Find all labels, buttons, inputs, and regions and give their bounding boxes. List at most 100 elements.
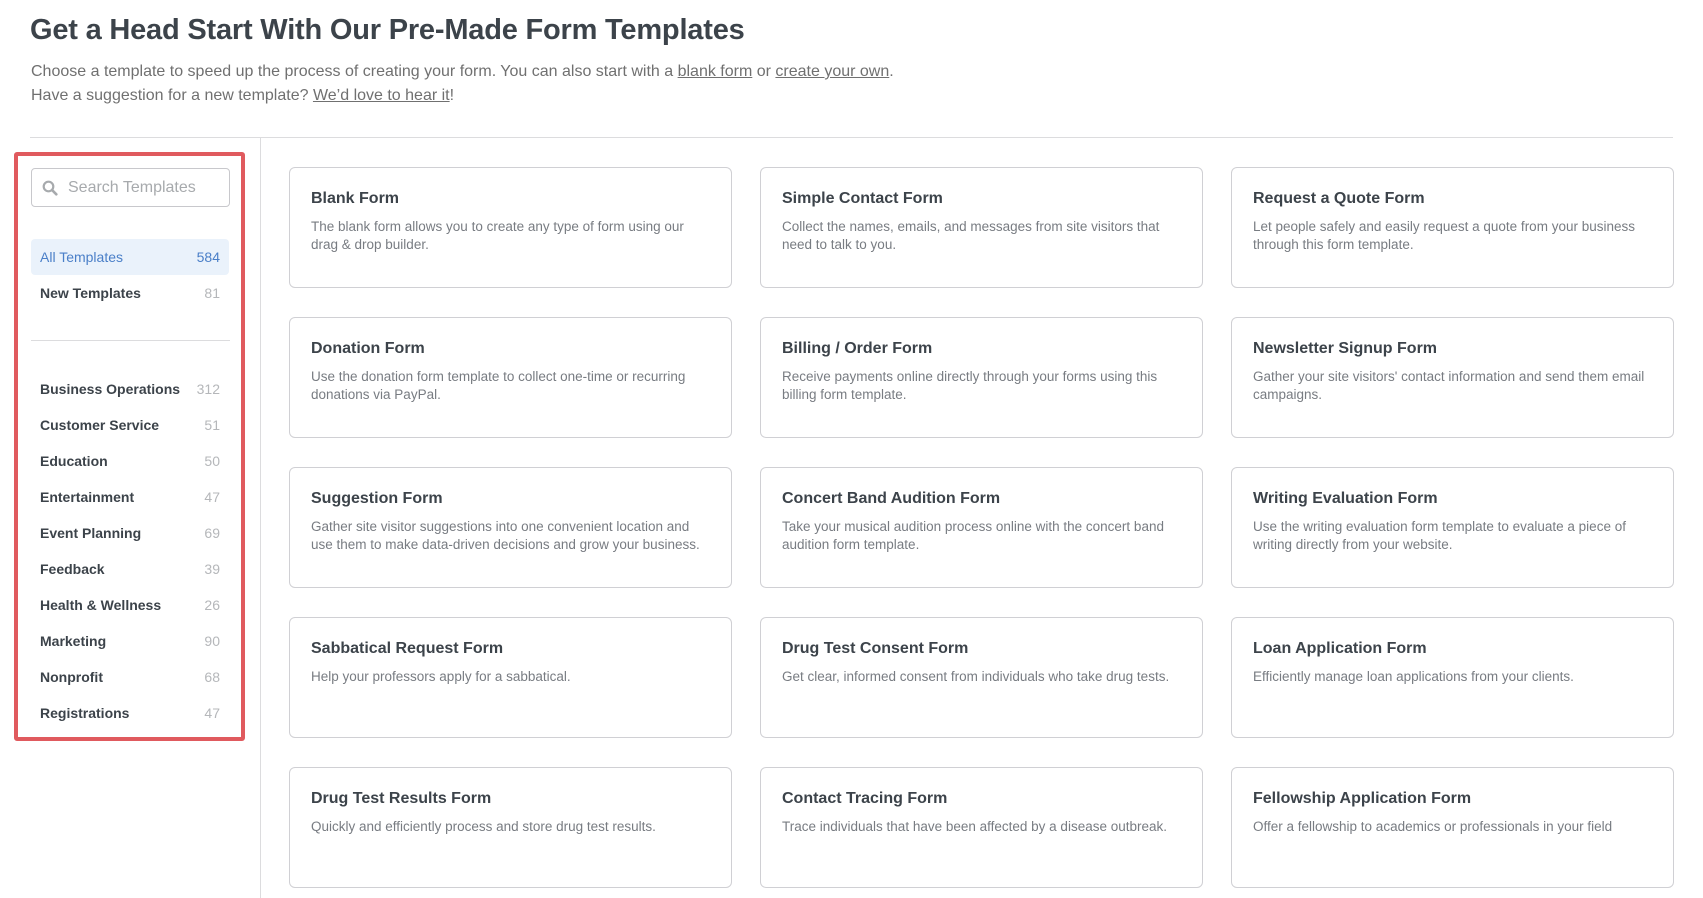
sidebar-item-marketing[interactable]: Marketing 90 — [31, 623, 229, 659]
template-card-drug-test-results-form[interactable]: Drug Test Results Form Quickly and effic… — [289, 767, 732, 888]
template-description: Collect the names, emails, and messages … — [782, 219, 1160, 252]
template-description: Efficiently manage loan applications fro… — [1253, 669, 1574, 684]
template-card-donation-form[interactable]: Donation Form Use the donation form temp… — [289, 317, 732, 438]
category-list: Business Operations 312 Customer Service… — [31, 371, 229, 731]
sidebar-item-label: Nonprofit — [40, 669, 103, 685]
template-card-drug-test-consent-form[interactable]: Drug Test Consent Form Get clear, inform… — [760, 617, 1203, 738]
template-description: The blank form allows you to create any … — [311, 219, 684, 252]
template-card-billing-order-form[interactable]: Billing / Order Form Receive payments on… — [760, 317, 1203, 438]
template-title: Donation Form — [311, 340, 425, 357]
sidebar-item-label: Marketing — [40, 633, 107, 649]
template-description: Use the writing evaluation form template… — [1253, 519, 1626, 552]
sidebar-item-count: 51 — [204, 417, 220, 433]
template-description: Offer a fellowship to academics or profe… — [1253, 819, 1613, 834]
create-your-own-link[interactable]: create your own — [775, 63, 889, 80]
sidebar-divider — [31, 340, 230, 341]
template-title: Drug Test Consent Form — [782, 640, 969, 657]
search-icon — [42, 180, 58, 196]
suggestion-link[interactable]: We’d love to hear it — [313, 87, 450, 104]
template-card-sabbatical-request-form[interactable]: Sabbatical Request Form Help your profes… — [289, 617, 732, 738]
sidebar-item-count: 69 — [204, 525, 220, 541]
template-card-request-a-quote-form[interactable]: Request a Quote Form Let people safely a… — [1231, 167, 1674, 288]
sidebar-item-label: Entertainment — [40, 489, 135, 505]
template-description: Quickly and efficiently process and stor… — [311, 819, 656, 834]
sidebar-item-count: 90 — [204, 633, 220, 649]
intro-line1-suffix: . — [889, 63, 894, 80]
header-divider — [30, 137, 1673, 138]
template-card-newsletter-signup-form[interactable]: Newsletter Signup Form Gather your site … — [1231, 317, 1674, 438]
sidebar-item-registrations[interactable]: Registrations 47 — [31, 695, 229, 731]
top-filter-list: All Templates 584 New Templates 81 — [31, 239, 229, 311]
sidebar-item-nonprofit[interactable]: Nonprofit 68 — [31, 659, 229, 695]
template-card-loan-application-form[interactable]: Loan Application Form Efficiently manage… — [1231, 617, 1674, 738]
template-description: Get clear, informed consent from individ… — [782, 669, 1170, 684]
sidebar-item-label: Health & Wellness — [40, 597, 162, 613]
template-title: Sabbatical Request Form — [311, 640, 504, 657]
template-title: Drug Test Results Form — [311, 790, 492, 807]
sidebar-item-label: Customer Service — [40, 417, 160, 433]
template-title: Concert Band Audition Form — [782, 490, 1001, 507]
intro-line1-prefix: Choose a template to speed up the proces… — [31, 63, 678, 80]
sidebar-item-customer-service[interactable]: Customer Service 51 — [31, 407, 229, 443]
template-title: Fellowship Application Form — [1253, 790, 1472, 807]
sidebar-item-new-templates[interactable]: New Templates 81 — [31, 275, 229, 311]
intro-line2-prefix: Have a suggestion for a new template? — [31, 87, 313, 104]
template-title: Billing / Order Form — [782, 340, 933, 357]
sidebar-item-education[interactable]: Education 50 — [31, 443, 229, 479]
sidebar-item-label: Education — [40, 453, 108, 469]
template-description: Trace individuals that have been affecte… — [782, 819, 1168, 834]
sidebar-item-count: 47 — [204, 705, 220, 721]
template-card-suggestion-form[interactable]: Suggestion Form Gather site visitor sugg… — [289, 467, 732, 588]
intro-line2-suffix: ! — [449, 87, 455, 104]
template-title: Contact Tracing Form — [782, 790, 948, 807]
template-title: Blank Form — [311, 190, 400, 207]
template-grid: Blank Form The blank form allows you to … — [289, 167, 1674, 888]
sidebar-item-count: 68 — [204, 669, 220, 685]
sidebar-item-all-templates[interactable]: All Templates 584 — [31, 239, 229, 275]
template-card-blank-form[interactable]: Blank Form The blank form allows you to … — [289, 167, 732, 288]
template-description: Gather your site visitors' contact infor… — [1253, 369, 1645, 402]
template-title: Newsletter Signup Form — [1253, 340, 1438, 357]
template-card-contact-tracing-form[interactable]: Contact Tracing Form Trace individuals t… — [760, 767, 1203, 888]
sidebar-item-count: 584 — [196, 249, 220, 265]
sidebar-item-entertainment[interactable]: Entertainment 47 — [31, 479, 229, 515]
sidebar-item-label: Feedback — [40, 561, 105, 577]
template-title: Loan Application Form — [1253, 640, 1427, 657]
sidebar-item-count: 26 — [204, 597, 220, 613]
sidebar-item-label: Registrations — [40, 705, 130, 721]
intro-line1-middle: or — [752, 63, 776, 80]
sidebar-item-count: 312 — [196, 381, 220, 397]
sidebar-item-count: 47 — [204, 489, 220, 505]
template-title: Simple Contact Form — [782, 190, 943, 207]
template-card-simple-contact-form[interactable]: Simple Contact Form Collect the names, e… — [760, 167, 1203, 288]
template-card-writing-evaluation-form[interactable]: Writing Evaluation Form Use the writing … — [1231, 467, 1674, 588]
sidebar-item-label: Event Planning — [40, 525, 142, 541]
sidebar-item-feedback[interactable]: Feedback 39 — [31, 551, 229, 587]
template-description: Take your musical audition process onlin… — [782, 519, 1164, 552]
template-title: Suggestion Form — [311, 490, 443, 507]
page-title: Get a Head Start With Our Pre-Made Form … — [30, 14, 745, 46]
template-description: Use the donation form template to collec… — [311, 369, 686, 402]
template-description: Let people safely and easily request a q… — [1253, 219, 1635, 252]
template-description: Receive payments online directly through… — [782, 369, 1158, 402]
template-description: Gather site visitor suggestions into one… — [311, 519, 700, 552]
search-templates-field[interactable] — [31, 168, 230, 207]
blank-form-link[interactable]: blank form — [678, 63, 753, 80]
sidebar-item-label: New Templates — [40, 285, 141, 301]
sidebar-item-label: All Templates — [40, 249, 124, 265]
sidebar-item-count: 81 — [204, 285, 220, 301]
sidebar-item-event-planning[interactable]: Event Planning 69 — [31, 515, 229, 551]
intro-text: Choose a template to speed up the proces… — [31, 60, 894, 108]
template-title: Request a Quote Form — [1253, 190, 1425, 207]
sidebar-item-health-wellness[interactable]: Health & Wellness 26 — [31, 587, 229, 623]
sidebar-item-count: 50 — [204, 453, 220, 469]
sidebar-divider-vertical — [260, 138, 261, 898]
sidebar-item-business-operations[interactable]: Business Operations 312 — [31, 371, 229, 407]
search-templates-input[interactable] — [68, 178, 208, 197]
template-title: Writing Evaluation Form — [1253, 490, 1438, 507]
template-description: Help your professors apply for a sabbati… — [311, 669, 571, 684]
sidebar-item-count: 39 — [204, 561, 220, 577]
template-card-concert-band-audition-form[interactable]: Concert Band Audition Form Take your mus… — [760, 467, 1203, 588]
sidebar-item-label: Business Operations — [40, 381, 181, 397]
template-card-fellowship-application-form[interactable]: Fellowship Application Form Offer a fell… — [1231, 767, 1674, 888]
